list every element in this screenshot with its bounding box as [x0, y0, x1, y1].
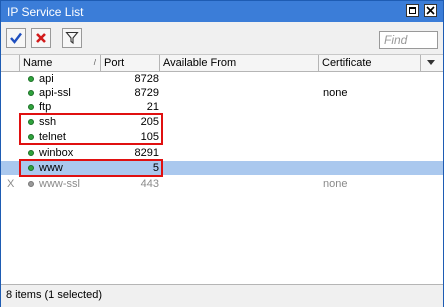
window-title: IP Service List [7, 5, 84, 19]
ssh-telnet-highlight-box [19, 113, 163, 145]
item-count-status: 8 items (1 selected) [6, 289, 102, 301]
service-port: 8729 [134, 87, 159, 99]
row-flag [7, 86, 19, 100]
row-flag [7, 72, 19, 86]
name-column-label: Name [23, 57, 53, 69]
find-input[interactable] [379, 31, 438, 49]
service-name: api [39, 73, 54, 85]
service-certificate: none [323, 87, 348, 99]
service-name: www-ssl [39, 178, 80, 190]
close-icon [426, 6, 435, 15]
certificate-column-header[interactable]: Certificate [319, 55, 421, 71]
toolbar [1, 22, 443, 54]
table-header: Name / Port Available From Certificate [1, 55, 443, 72]
chevron-down-icon [427, 60, 435, 65]
checkmark-icon [10, 32, 22, 44]
service-name: winbox [39, 147, 74, 159]
disable-button[interactable] [31, 28, 51, 48]
enable-button[interactable] [6, 28, 26, 48]
service-port: 443 [140, 178, 159, 190]
row-flag [7, 115, 19, 129]
service-port: 8728 [134, 73, 159, 85]
available-from-column-label: Available From [163, 57, 237, 69]
filter-button[interactable] [62, 28, 82, 48]
name-column-header[interactable]: Name / [20, 55, 101, 71]
certificate-column-label: Certificate [322, 57, 372, 69]
enabled-status-icon [28, 104, 34, 110]
filter-icon [65, 31, 79, 45]
ip-service-list-window: IP Service List Find Name / Port Availab… [0, 0, 444, 307]
restore-button[interactable] [406, 4, 419, 17]
service-port: 21 [146, 101, 159, 113]
close-button[interactable] [424, 4, 437, 17]
port-column-label: Port [104, 57, 125, 69]
available-from-column-header[interactable]: Available From [160, 55, 319, 71]
port-column-header[interactable]: Port [101, 55, 160, 71]
flag-column-header[interactable] [1, 55, 20, 71]
cross-icon [36, 33, 46, 43]
enabled-status-icon [28, 76, 34, 82]
table-row[interactable]: api-ssl 8729 none [1, 86, 443, 100]
row-flag [7, 130, 19, 144]
row-flag [7, 100, 19, 114]
service-port: 8291 [134, 147, 159, 159]
service-certificate: none [323, 178, 348, 190]
service-name: ftp [39, 101, 52, 113]
table-row[interactable]: winbox 8291 [1, 146, 443, 160]
column-menu-button[interactable] [421, 55, 443, 71]
status-bar: 8 items (1 selected) [1, 284, 443, 307]
service-name: api-ssl [39, 87, 71, 99]
enabled-status-icon [28, 150, 34, 156]
table-row[interactable]: api 8728 [1, 72, 443, 86]
row-flag [7, 146, 19, 160]
disabled-status-icon [28, 181, 34, 187]
row-flag [7, 161, 19, 175]
table-row-disabled[interactable]: X www-ssl 443 none [1, 177, 443, 191]
www-highlight-box [19, 159, 163, 177]
table-row[interactable]: ftp 21 [1, 100, 443, 114]
sort-ascending-icon: / [93, 58, 96, 67]
restore-icon [409, 7, 416, 14]
enabled-status-icon [28, 90, 34, 96]
titlebar[interactable]: IP Service List [1, 1, 443, 22]
disabled-flag: X [7, 178, 15, 190]
service-table: Name / Port Available From Certificate a… [1, 54, 443, 285]
